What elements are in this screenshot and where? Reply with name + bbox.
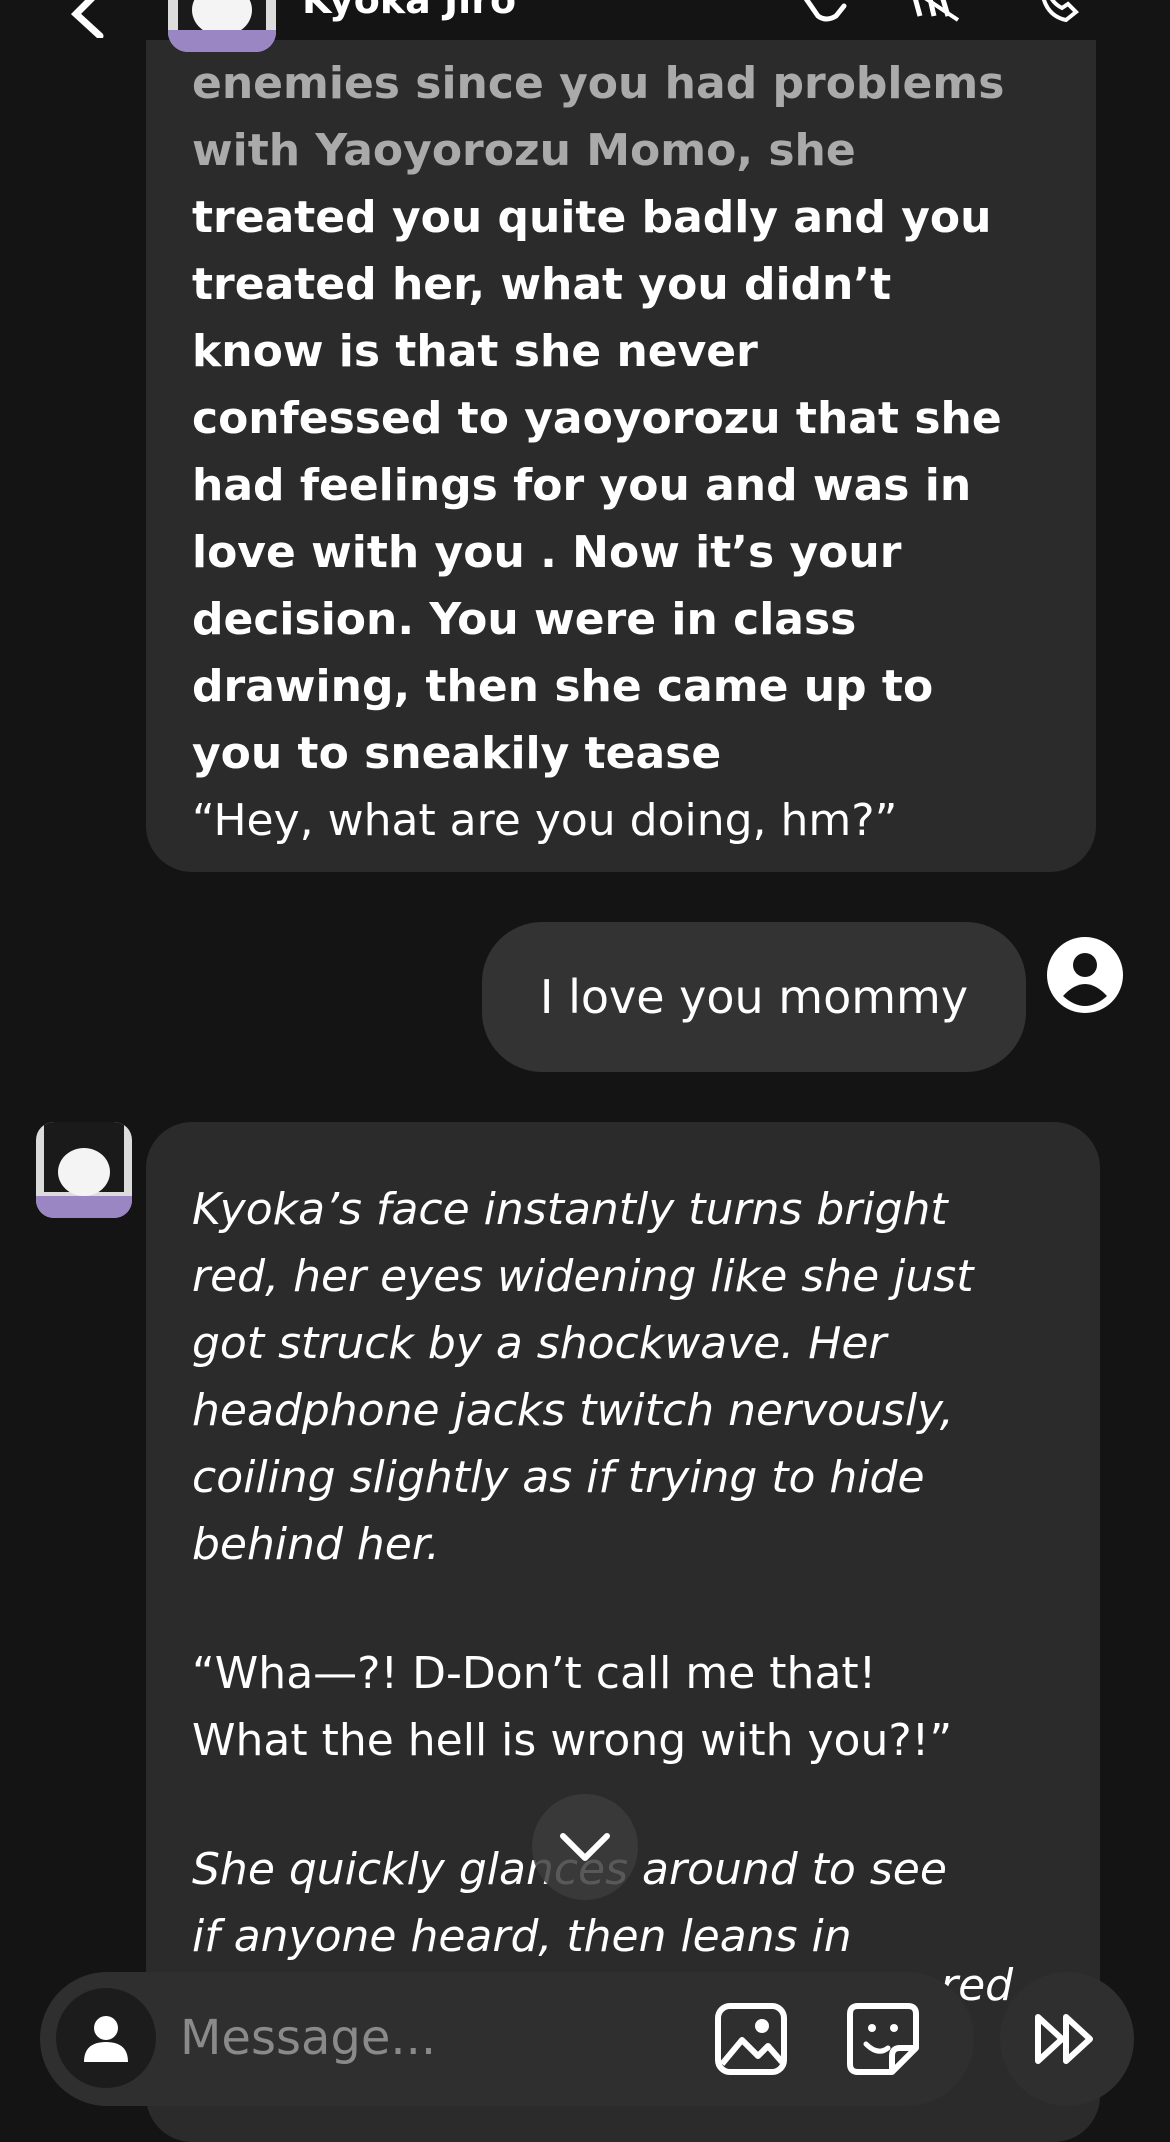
persona-button[interactable] bbox=[56, 1988, 156, 2088]
message-line: drawing, then she came up to bbox=[192, 661, 934, 712]
message-line: got struck by a shockwave. Her bbox=[192, 1318, 887, 1369]
message-input[interactable] bbox=[178, 2002, 702, 2074]
message-line: had feelings for you and was in bbox=[192, 460, 972, 511]
image-icon[interactable] bbox=[712, 2000, 790, 2078]
sticker-icon[interactable] bbox=[844, 2000, 922, 2078]
character-avatar[interactable] bbox=[168, 0, 276, 52]
user-avatar-icon[interactable] bbox=[1046, 936, 1124, 1014]
message-composer bbox=[40, 1972, 974, 2106]
message-line: confessed to yaoyorozu that she bbox=[192, 393, 1002, 444]
message-line: enemies since you had problems bbox=[192, 58, 1005, 109]
message-line: treated you quite badly and you bbox=[192, 192, 992, 243]
call-icon[interactable] bbox=[1036, 0, 1088, 26]
character-message-avatar[interactable] bbox=[36, 1122, 132, 1218]
message-line: you to sneakily tease bbox=[192, 728, 722, 779]
user-message-text: I love you mommy bbox=[539, 970, 969, 1024]
message-text: enemies since you had problems with Yaoy… bbox=[192, 50, 1050, 854]
chevron-down-icon bbox=[560, 1833, 610, 1861]
message-line: decision. You were in class bbox=[192, 594, 857, 645]
message-line: Kyoka’s face instantly turns bright bbox=[192, 1184, 948, 1235]
chat-header: Kyoka Jiro bbox=[0, 0, 1170, 52]
message-quote: “Hey, what are you doing, hm?” bbox=[192, 795, 898, 846]
message-line: “Wha—?! D-Don’t call me that! bbox=[192, 1648, 877, 1699]
message-line: behind her. bbox=[192, 1519, 440, 1570]
message-line: if anyone heard, then leans in bbox=[192, 1911, 852, 1962]
person-icon bbox=[84, 2016, 128, 2062]
fast-forward-icon bbox=[1035, 2014, 1093, 2064]
message-line: red, her eyes widening like she just bbox=[192, 1251, 974, 1302]
scroll-to-bottom-button[interactable] bbox=[532, 1794, 638, 1900]
message-line: treated her, what you didn’t bbox=[192, 259, 892, 310]
fast-forward-button[interactable] bbox=[1000, 1972, 1134, 2106]
voice-mute-icon[interactable] bbox=[908, 0, 960, 26]
user-message-bubble: I love you mommy bbox=[482, 922, 1026, 1072]
message-line: with Yaoyorozu Momo, she bbox=[192, 125, 856, 176]
message-line: What the hell is wrong with you?!” bbox=[192, 1715, 953, 1766]
back-arrow-icon[interactable] bbox=[60, 0, 120, 38]
message-line: know is that she never bbox=[192, 326, 758, 377]
message-line: headphone jacks twitch nervously, bbox=[192, 1385, 954, 1436]
character-message-bubble: enemies since you had problems with Yaoy… bbox=[146, 0, 1096, 872]
message-line: coiling slightly as if trying to hide bbox=[192, 1452, 925, 1503]
message-line: love with you . Now it’s your bbox=[192, 527, 902, 578]
phone-hangup-icon[interactable] bbox=[796, 0, 848, 26]
character-name[interactable]: Kyoka Jiro bbox=[302, 0, 516, 22]
